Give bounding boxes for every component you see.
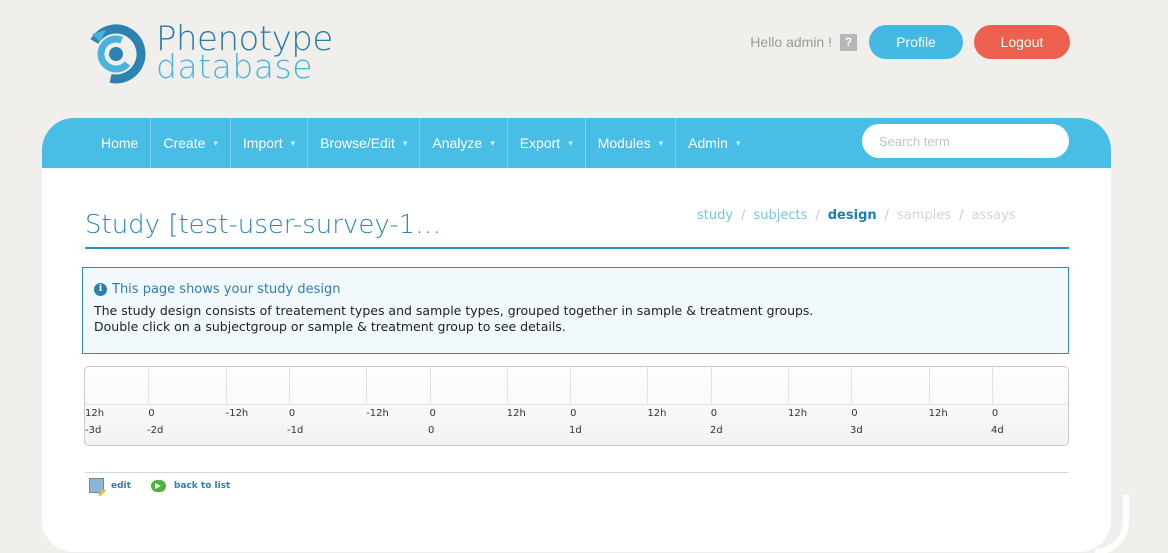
timeline-hour-label: 0	[710, 408, 718, 419]
decorative-arc	[1095, 495, 1129, 553]
timeline-gridline	[429, 367, 431, 404]
back-to-list-link[interactable]: back to list	[150, 479, 231, 492]
timeline-hour-label: 0	[851, 408, 858, 419]
timeline-hour-label: 12h	[928, 408, 948, 419]
nav-item-analyze[interactable]: Analyze ▾	[420, 118, 508, 168]
timeline-gridline	[366, 367, 368, 404]
timeline-hour-label: -12h	[366, 408, 389, 419]
timeline-day-label: -3d	[85, 425, 102, 436]
logo-subtitle: database	[156, 47, 313, 86]
info-heading-text: This page shows your study design	[112, 282, 341, 297]
timeline-hour-label: 12h	[647, 408, 667, 419]
timeline-hour-label: 12h	[85, 408, 105, 419]
chevron-down-icon: ▾	[290, 137, 296, 148]
nav-item-import[interactable]: Import ▾	[231, 118, 309, 168]
footer-divider	[85, 472, 1069, 473]
chevron-down-icon: ▾	[568, 137, 573, 148]
timeline-hour-label: 0	[148, 408, 155, 419]
edit-link-label: edit	[111, 480, 131, 491]
search-input[interactable]	[862, 124, 1069, 158]
info-heading: i This page shows your study design	[94, 282, 1068, 297]
timeline-hour-label: -12h	[225, 408, 249, 419]
timeline-gridline	[288, 367, 290, 404]
back-to-list-label: back to list	[173, 480, 231, 491]
greeting-text: Hello admin !	[750, 34, 832, 50]
logout-button[interactable]: Logout	[974, 25, 1070, 59]
breadcrumb-design: design	[827, 208, 877, 223]
timeline-hour-label: 0	[991, 408, 999, 419]
breadcrumb-separator: /	[815, 208, 820, 223]
nav-item-modules[interactable]: Modules ▾	[586, 118, 677, 168]
title-divider	[85, 247, 1069, 249]
info-icon: i	[94, 283, 107, 296]
timeline-gridline	[851, 367, 853, 404]
main-navbar: Home Create ▾ Import ▾ Browse/Edit ▾ Analyze ▾ Ex…	[42, 118, 1111, 168]
breadcrumb-assays: assays	[971, 208, 1016, 223]
breadcrumb-subjects[interactable]: subjects	[753, 208, 807, 223]
logo[interactable]: Phenotype database	[82, 20, 333, 84]
nav-item-create[interactable]: Create ▾	[151, 118, 231, 168]
timeline-divider	[85, 404, 1068, 405]
timeline-day-label: -1d	[287, 425, 304, 436]
timeline-hour-label: 0	[570, 408, 577, 419]
timeline-day-label: 0	[428, 425, 435, 436]
chevron-down-icon: ▾	[490, 137, 495, 148]
nav-item-browse-edit[interactable]: Browse/Edit ▾	[308, 118, 421, 168]
nav-item-label: Import	[242, 135, 283, 151]
nav-item-label: Modules	[597, 135, 651, 151]
nav-item-label: Browse/Edit	[320, 135, 395, 151]
timeline-day-label: 1d	[569, 425, 582, 436]
chevron-down-icon: ▾	[658, 137, 664, 148]
help-icon[interactable]: ?	[840, 33, 857, 51]
nav-item-label: Analyze	[432, 135, 483, 151]
nav-item-label: Create	[163, 135, 206, 151]
nav-menu: Home Create ▾ Import ▾ Browse/Edit ▾ Analyze ▾ Ex…	[89, 118, 752, 168]
timeline-gridline	[506, 367, 508, 404]
timeline-gridline	[991, 367, 993, 404]
nav-item-label: Export	[519, 135, 561, 151]
timeline-hour-label: 0	[429, 408, 436, 419]
timeline-day-label: 4d	[991, 425, 1004, 436]
breadcrumb-samples: samples	[897, 208, 952, 223]
timeline-day-label: -2d	[147, 425, 164, 436]
timeline-hour-label: 0	[288, 408, 296, 419]
profile-button[interactable]: Profile	[869, 25, 963, 59]
user-area: Hello admin ! ? Profile Logout	[750, 25, 1070, 59]
page-title: Study [test-user-survey-1…	[85, 210, 442, 240]
study-design-timeline[interactable]: 12h 0 -12h 0 -12h 0 12h 0 12h 0 12h 0 12h 0 -3d -2d -1d 0…	[84, 366, 1069, 446]
breadcrumb-study[interactable]: study	[697, 208, 733, 223]
chevron-down-icon: ▾	[735, 137, 741, 148]
info-box: i This page shows your study design The …	[82, 267, 1069, 354]
back-arrow-icon	[150, 479, 166, 492]
timeline-day-label: 3d	[850, 425, 863, 436]
chevron-down-icon: ▾	[402, 137, 408, 148]
breadcrumb: study / subjects / design / samples / as…	[697, 208, 1015, 223]
phenotype-logo-icon	[86, 24, 146, 84]
timeline-gridline	[148, 367, 150, 404]
nav-item-label: Home	[101, 135, 139, 151]
timeline-gridline	[225, 367, 227, 404]
info-line-1: The study design consists of treatement …	[94, 303, 814, 318]
edit-icon	[89, 478, 104, 493]
content-panel: Study [test-user-survey-1… study / subje…	[42, 168, 1111, 552]
nav-item-export[interactable]: Export ▾	[508, 118, 586, 168]
info-line-2: Double click on a subjectgroup or sample…	[94, 319, 566, 334]
nav-item-label: Admin	[688, 135, 728, 151]
timeline-gridline	[647, 367, 649, 404]
timeline-gridline	[570, 367, 572, 404]
footer-actions: edit back to list	[89, 478, 250, 493]
timeline-day-label: 2d	[710, 425, 723, 436]
timeline-hour-label: 12h	[788, 408, 808, 419]
timeline-gridline	[710, 367, 712, 404]
breadcrumb-separator: /	[884, 208, 890, 223]
timeline-hour-label: 12h	[506, 408, 526, 419]
timeline-gridline	[928, 367, 930, 404]
timeline-gridline	[788, 367, 789, 404]
chevron-down-icon: ▾	[213, 137, 218, 148]
nav-item-admin[interactable]: Admin ▾	[676, 118, 752, 168]
nav-item-home[interactable]: Home	[89, 118, 152, 168]
edit-link[interactable]: edit	[89, 478, 131, 493]
breadcrumb-separator: /	[741, 208, 746, 223]
breadcrumb-separator: /	[959, 208, 964, 223]
